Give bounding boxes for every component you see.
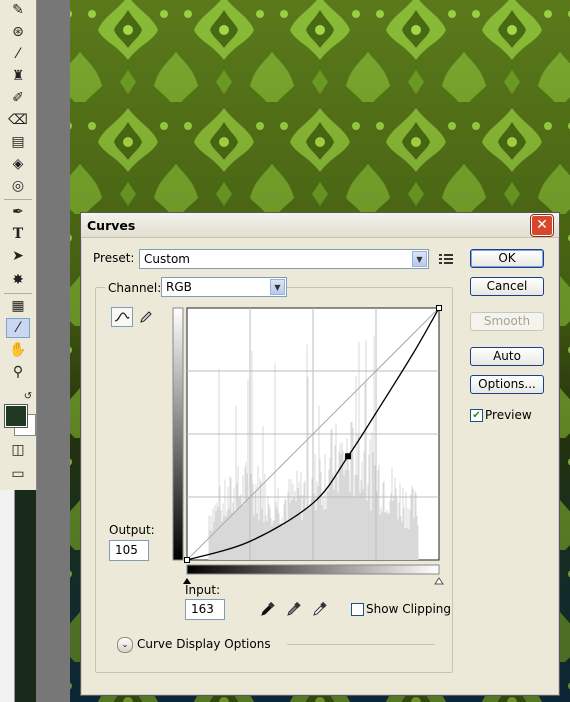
input-gradient-bar bbox=[186, 564, 440, 575]
dialog-titlebar[interactable]: Curves ✕ bbox=[81, 213, 559, 238]
curve-endpoint[interactable] bbox=[184, 557, 190, 563]
channel-select[interactable]: RGB ▼ bbox=[161, 277, 287, 297]
curves-graph[interactable] bbox=[169, 305, 444, 595]
foreground-color-swatch[interactable] bbox=[4, 404, 28, 428]
eyedropper-glyph bbox=[261, 601, 275, 616]
channel-value: RGB bbox=[166, 280, 192, 294]
pencil-glyph bbox=[140, 311, 152, 323]
swap-colors-icon[interactable]: ↺ bbox=[20, 386, 36, 406]
hand-tool-icon[interactable]: ✋ bbox=[6, 340, 30, 360]
input-field[interactable]: 163 bbox=[185, 599, 225, 620]
preset-value: Custom bbox=[144, 252, 190, 266]
preview-checkbox[interactable]: ✔ bbox=[470, 409, 483, 422]
toolbox: ✎ ⊛ ⁄ ♜ ✐ ⌫ ▤ ◈ ◎ ✒ T ➤ ✸ ▦ ⁄ ✋ ⚲ ↺ ◫ ▭ bbox=[0, 0, 37, 490]
curve-glyph bbox=[114, 312, 130, 322]
output-label: Output: bbox=[109, 523, 155, 537]
expand-chevron-icon[interactable]: ⌄ bbox=[117, 637, 133, 653]
curve-endpoint[interactable] bbox=[436, 305, 442, 311]
white-point-eyedropper-icon[interactable] bbox=[309, 599, 331, 619]
channel-label: Channel: bbox=[105, 281, 165, 295]
eyedropper-glyph bbox=[287, 601, 301, 616]
zoom-tool-icon[interactable]: ⚲ bbox=[6, 362, 30, 382]
brush-tool-icon[interactable]: ✎ bbox=[6, 0, 30, 20]
curve-display-options-label[interactable]: Curve Display Options bbox=[137, 637, 271, 651]
chevron-down-icon: ▼ bbox=[412, 251, 427, 267]
show-clipping-checkbox[interactable] bbox=[351, 603, 364, 616]
white-point-slider[interactable] bbox=[434, 577, 444, 585]
divider bbox=[287, 644, 435, 645]
clone-stamp-icon[interactable]: ♜ bbox=[6, 66, 30, 86]
selected-curve-point[interactable] bbox=[345, 453, 352, 460]
preset-label: Preset: bbox=[93, 251, 135, 265]
eyedropper-tool-icon[interactable]: ⁄ bbox=[6, 318, 30, 338]
preview-label: Preview bbox=[485, 408, 532, 422]
options-button[interactable]: Options... bbox=[470, 375, 544, 394]
spot-healing-icon[interactable]: ⊛ bbox=[6, 22, 30, 42]
output-gradient-bar bbox=[172, 307, 184, 561]
toolbox-separator bbox=[4, 293, 32, 294]
preset-options-icon[interactable] bbox=[435, 249, 457, 269]
history-brush-icon[interactable]: ✐ bbox=[6, 88, 30, 108]
auto-button[interactable]: Auto bbox=[470, 347, 544, 366]
quick-mask-icon[interactable]: ◫ bbox=[6, 440, 30, 460]
vertical-ruler bbox=[0, 490, 15, 702]
curves-dialog: Curves ✕ Preset: Custom ▼ OK Cancel Smoo… bbox=[80, 212, 560, 696]
black-point-eyedropper-icon[interactable] bbox=[257, 599, 279, 619]
curve-tool-icon[interactable] bbox=[111, 307, 133, 327]
gradient-icon[interactable]: ▤ bbox=[6, 132, 30, 152]
pen-tool-icon[interactable]: ✒ bbox=[6, 202, 30, 222]
type-tool-icon[interactable]: T bbox=[6, 224, 30, 244]
custom-shape-icon[interactable]: ✸ bbox=[6, 270, 30, 290]
brush-icon[interactable]: ⁄ bbox=[6, 44, 30, 64]
chevron-down-icon: ▼ bbox=[270, 279, 285, 295]
dodge-icon[interactable]: ◎ bbox=[6, 176, 30, 196]
close-icon[interactable]: ✕ bbox=[530, 214, 554, 237]
pencil-icon[interactable] bbox=[135, 307, 157, 327]
notes-tool-icon[interactable]: ▦ bbox=[6, 296, 30, 316]
canvas-gutter bbox=[36, 0, 70, 702]
output-field[interactable]: 105 bbox=[109, 540, 149, 561]
show-clipping-label: Show Clipping bbox=[366, 602, 452, 616]
eraser-icon[interactable]: ⌫ bbox=[6, 110, 30, 130]
ok-button[interactable]: OK bbox=[470, 249, 544, 268]
dialog-title: Curves bbox=[87, 218, 136, 233]
input-label: Input: bbox=[185, 583, 221, 597]
eyedropper-glyph bbox=[313, 601, 327, 616]
smooth-button[interactable]: Smooth bbox=[470, 312, 544, 331]
list-menu-icon bbox=[439, 254, 453, 264]
cancel-button[interactable]: Cancel bbox=[470, 277, 544, 296]
blur-icon[interactable]: ◈ bbox=[6, 154, 30, 174]
toolbox-separator bbox=[4, 199, 32, 200]
gray-point-eyedropper-icon[interactable] bbox=[283, 599, 305, 619]
path-selection-icon[interactable]: ➤ bbox=[6, 246, 30, 266]
preset-select[interactable]: Custom ▼ bbox=[139, 249, 429, 269]
screen-mode-icon[interactable]: ▭ bbox=[6, 464, 30, 484]
